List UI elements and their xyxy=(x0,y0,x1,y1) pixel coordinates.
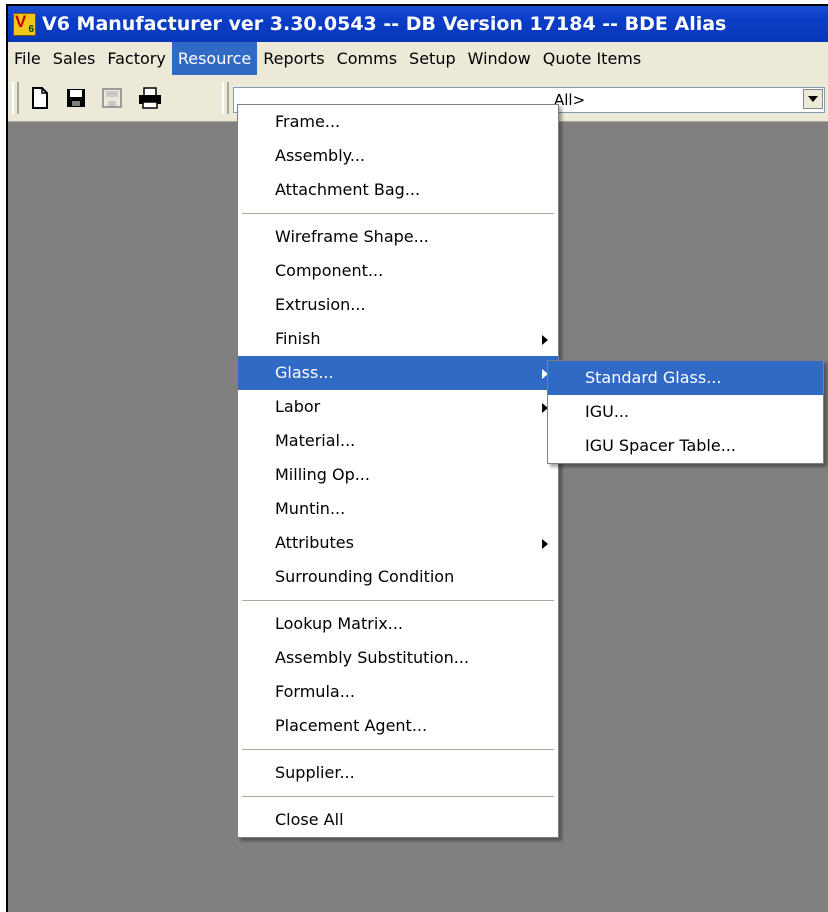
print-icon[interactable] xyxy=(138,87,162,109)
menu-factory[interactable]: Factory xyxy=(101,42,171,75)
save-all-icon[interactable] xyxy=(102,87,122,109)
submenu-arrow-icon xyxy=(542,539,548,549)
menu-sales[interactable]: Sales xyxy=(47,42,102,75)
window-title: V6 Manufacturer ver 3.30.0543 -- DB Vers… xyxy=(42,13,727,35)
menu-item-close-all[interactable]: Close All xyxy=(238,803,558,837)
submenu-arrow-icon xyxy=(542,335,548,345)
menu-item-formula[interactable]: Formula... xyxy=(238,675,558,709)
menu-item-surrounding-condition[interactable]: Surrounding Condition xyxy=(238,560,558,594)
menu-item-labor-label: Labor xyxy=(275,397,321,416)
menu-item-frame[interactable]: Frame... xyxy=(238,105,558,139)
resource-menu: Frame... Assembly... Attachment Bag... W… xyxy=(237,104,559,838)
menu-item-assembly[interactable]: Assembly... xyxy=(238,139,558,173)
combo-dropdown-button[interactable] xyxy=(803,89,823,109)
app-logo-icon[interactable]: V6 xyxy=(13,12,36,36)
submenu-item-standard-glass[interactable]: Standard Glass... xyxy=(548,361,823,395)
menu-item-finish-label: Finish xyxy=(275,329,321,348)
toolbar-grip[interactable] xyxy=(12,82,19,114)
menu-separator xyxy=(242,213,554,214)
submenu-item-igu-spacer-table[interactable]: IGU Spacer Table... xyxy=(548,429,823,463)
menu-item-material[interactable]: Material... xyxy=(238,424,558,458)
menu-setup[interactable]: Setup xyxy=(403,42,462,75)
glass-submenu: Standard Glass... IGU... IGU Spacer Tabl… xyxy=(547,360,824,464)
title-bar[interactable]: V6 V6 Manufacturer ver 3.30.0543 -- DB V… xyxy=(8,6,828,42)
menu-resource[interactable]: Resource xyxy=(171,42,258,75)
menu-item-attributes-label: Attributes xyxy=(275,533,354,552)
menu-bar: File Sales Factory Resource Reports Comm… xyxy=(8,42,828,75)
menu-item-placement-agent[interactable]: Placement Agent... xyxy=(238,709,558,743)
menu-item-supplier[interactable]: Supplier... xyxy=(238,756,558,790)
menu-item-muntin[interactable]: Muntin... xyxy=(238,492,558,526)
menu-separator xyxy=(242,796,554,797)
menu-item-attachment-bag[interactable]: Attachment Bag... xyxy=(238,173,558,207)
menu-file[interactable]: File xyxy=(8,42,47,75)
submenu-item-igu[interactable]: IGU... xyxy=(548,395,823,429)
menu-quote-items[interactable]: Quote Items xyxy=(537,42,647,75)
menu-comms[interactable]: Comms xyxy=(331,42,403,75)
menu-item-glass-label: Glass... xyxy=(275,363,334,382)
menu-item-labor[interactable]: Labor xyxy=(238,390,558,424)
menu-separator xyxy=(242,749,554,750)
menu-reports[interactable]: Reports xyxy=(257,42,330,75)
menu-item-milling-op[interactable]: Milling Op... xyxy=(238,458,558,492)
chevron-down-icon xyxy=(808,96,818,102)
save-icon[interactable] xyxy=(66,87,86,109)
menu-item-finish[interactable]: Finish xyxy=(238,322,558,356)
menu-separator xyxy=(242,600,554,601)
menu-item-glass[interactable]: Glass... xyxy=(238,356,558,390)
new-document-icon[interactable] xyxy=(30,87,50,109)
menu-item-lookup-matrix[interactable]: Lookup Matrix... xyxy=(238,607,558,641)
menu-item-assembly-substitution[interactable]: Assembly Substitution... xyxy=(238,641,558,675)
menu-item-component[interactable]: Component... xyxy=(238,254,558,288)
menu-window[interactable]: Window xyxy=(462,42,537,75)
menu-item-extrusion[interactable]: Extrusion... xyxy=(238,288,558,322)
menu-item-attributes[interactable]: Attributes xyxy=(238,526,558,560)
menu-item-wireframe-shape[interactable]: Wireframe Shape... xyxy=(238,220,558,254)
toolbar-separator xyxy=(222,82,229,114)
